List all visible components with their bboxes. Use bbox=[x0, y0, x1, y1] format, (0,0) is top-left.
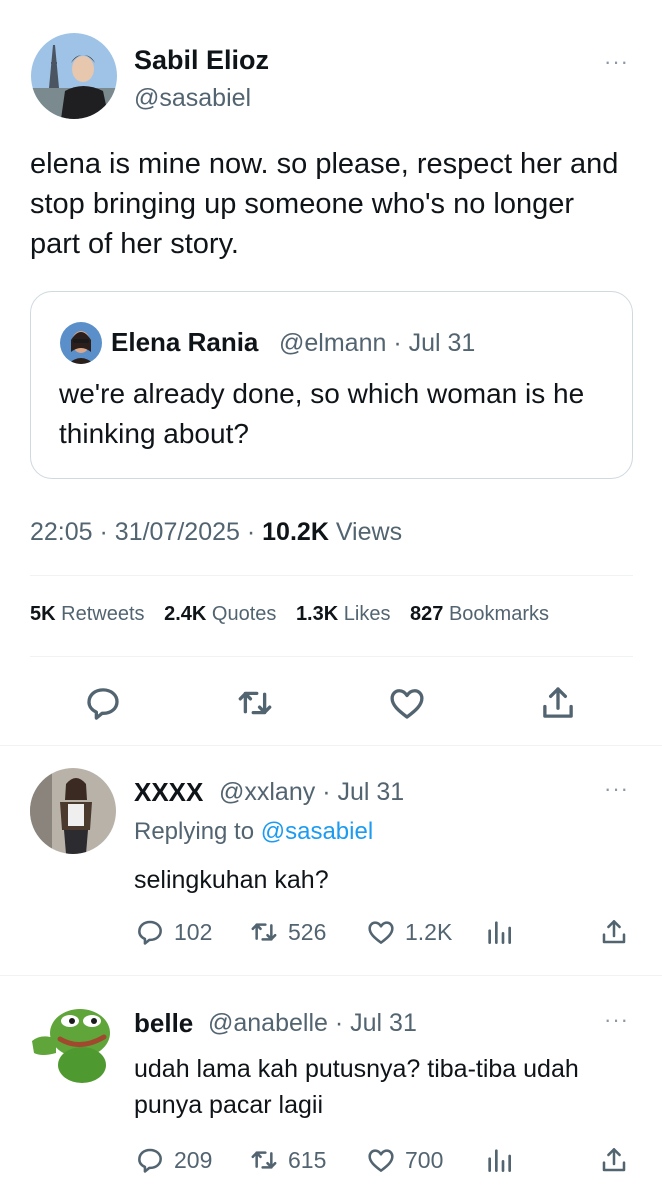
quoted-tweet-date[interactable]: Jul 31 bbox=[409, 329, 476, 357]
bookmarks-count: 827 bbox=[410, 603, 444, 625]
reply-text: udah lama kah putusnya? tiba-tiba udah p… bbox=[134, 1055, 579, 1119]
like-icon bbox=[368, 921, 394, 944]
like-icon[interactable] bbox=[386, 682, 428, 724]
retweet-count: 615 bbox=[288, 1146, 327, 1173]
separator-dot: · bbox=[99, 518, 115, 546]
author-name[interactable]: Sabil Elioz bbox=[134, 45, 269, 76]
reply-meta: @xxlany · Jul 31 bbox=[219, 778, 404, 807]
replying-to-line: Replying to @sasabiel bbox=[134, 818, 373, 846]
share-icon[interactable] bbox=[537, 682, 579, 724]
retweets-stat[interactable]: 5K Retweets bbox=[30, 603, 145, 625]
divider bbox=[30, 656, 633, 657]
reply-author-name[interactable]: XXXX bbox=[134, 777, 203, 808]
reply-date[interactable]: Jul 31 bbox=[350, 1009, 417, 1037]
reply-like-action[interactable]: 1.2K bbox=[365, 916, 452, 948]
separator-dot: · bbox=[246, 518, 263, 546]
retweets-label: Retweets bbox=[61, 603, 145, 625]
author-handle[interactable]: @sasabiel bbox=[134, 84, 251, 113]
divider bbox=[0, 745, 662, 746]
reply-meta: @anabelle · Jul 31 bbox=[208, 1009, 417, 1038]
more-options-icon[interactable]: ··· bbox=[604, 778, 629, 800]
quotes-label: Quotes bbox=[211, 603, 277, 625]
bookmarks-stat[interactable]: 827 Bookmarks bbox=[410, 603, 549, 625]
quoted-author-handle[interactable]: @elmann bbox=[279, 329, 386, 357]
retweet-icon bbox=[251, 1151, 277, 1169]
separator-dot: · bbox=[393, 329, 409, 357]
reply-icon bbox=[138, 1148, 162, 1173]
analytics-icon bbox=[488, 921, 511, 944]
separator-dot: · bbox=[334, 1009, 351, 1037]
reply-avatar[interactable] bbox=[30, 999, 116, 1085]
reply-date[interactable]: Jul 31 bbox=[337, 778, 404, 806]
reply-retweet-action[interactable]: 615 bbox=[248, 1144, 326, 1176]
likes-label: Likes bbox=[343, 603, 391, 625]
author-avatar[interactable] bbox=[31, 33, 117, 119]
reply-author-handle[interactable]: @xxlany bbox=[219, 778, 315, 806]
retweets-count: 5K bbox=[30, 603, 56, 625]
quoted-author-avatar[interactable] bbox=[60, 322, 102, 364]
reply-avatar[interactable] bbox=[30, 768, 116, 854]
reply-icon bbox=[138, 920, 162, 945]
analytics-icon bbox=[488, 1149, 511, 1172]
share-icon bbox=[602, 1148, 626, 1172]
quotes-count: 2.4K bbox=[164, 603, 207, 625]
author-photo bbox=[31, 33, 117, 119]
quoted-tweet-text: we're already done, so which woman is he… bbox=[59, 378, 585, 449]
reply-author-photo bbox=[30, 768, 116, 854]
divider bbox=[30, 575, 633, 576]
retweet-count: 526 bbox=[288, 918, 327, 945]
reply-author-handle[interactable]: @anabelle bbox=[208, 1009, 328, 1037]
reply-like-action[interactable]: 700 bbox=[365, 1144, 443, 1176]
likes-stat[interactable]: 1.3K Likes bbox=[296, 603, 391, 625]
bookmarks-label: Bookmarks bbox=[448, 603, 549, 625]
quotes-stat[interactable]: 2.4K Quotes bbox=[164, 603, 276, 625]
tweet-text: elena is mine now. so please, respect he… bbox=[30, 148, 619, 260]
views-label: Views bbox=[335, 518, 403, 546]
divider bbox=[0, 975, 662, 976]
tweet-date[interactable]: 31/07/2025 bbox=[115, 518, 240, 546]
replying-to-handle[interactable]: @sasabiel bbox=[261, 818, 373, 845]
share-icon bbox=[602, 920, 626, 944]
reply-reply-action[interactable]: 102 bbox=[134, 916, 212, 948]
quoted-author-photo bbox=[60, 322, 102, 364]
separator-dot: · bbox=[322, 778, 338, 806]
reply-count: 209 bbox=[174, 1146, 213, 1173]
reply-retweet-action[interactable]: 526 bbox=[248, 916, 326, 948]
retweet-icon bbox=[251, 923, 277, 941]
reply-author-name[interactable]: belle bbox=[134, 1008, 193, 1039]
reply-views-action[interactable] bbox=[483, 916, 523, 948]
reply-icon[interactable] bbox=[82, 682, 124, 724]
reply-views-action[interactable] bbox=[483, 1144, 523, 1176]
more-options-icon[interactable]: ··· bbox=[604, 1009, 629, 1031]
quoted-tweet-meta: @elmann · Jul 31 bbox=[279, 329, 475, 358]
engagement-stats: 5K Retweets 2.4K Quotes 1.3K Likes 827 B… bbox=[30, 603, 549, 626]
likes-count: 1.3K bbox=[295, 603, 339, 625]
reply-count: 102 bbox=[174, 918, 213, 945]
reply-reply-action[interactable]: 209 bbox=[134, 1144, 212, 1176]
tweet-timestamp-line: 22:05 · 31/07/2025 · 10.2K Views bbox=[30, 518, 402, 547]
like-count: 700 bbox=[405, 1146, 444, 1173]
like-count: 1.2K bbox=[405, 918, 453, 945]
retweet-icon[interactable] bbox=[234, 682, 276, 724]
replying-to-prefix: Replying to bbox=[134, 818, 261, 845]
quoted-author-name[interactable]: Elena Rania bbox=[111, 327, 258, 358]
tweet-time[interactable]: 22:05 bbox=[30, 518, 93, 546]
views-count: 10.2K bbox=[262, 518, 329, 546]
reply-share-action[interactable] bbox=[598, 916, 638, 948]
reply-text: selingkuhan kah? bbox=[134, 866, 329, 894]
more-options-icon[interactable]: ··· bbox=[604, 51, 629, 73]
pepe-frog-avatar bbox=[30, 999, 116, 1085]
like-icon bbox=[368, 1149, 394, 1172]
reply-share-action[interactable] bbox=[598, 1144, 638, 1176]
